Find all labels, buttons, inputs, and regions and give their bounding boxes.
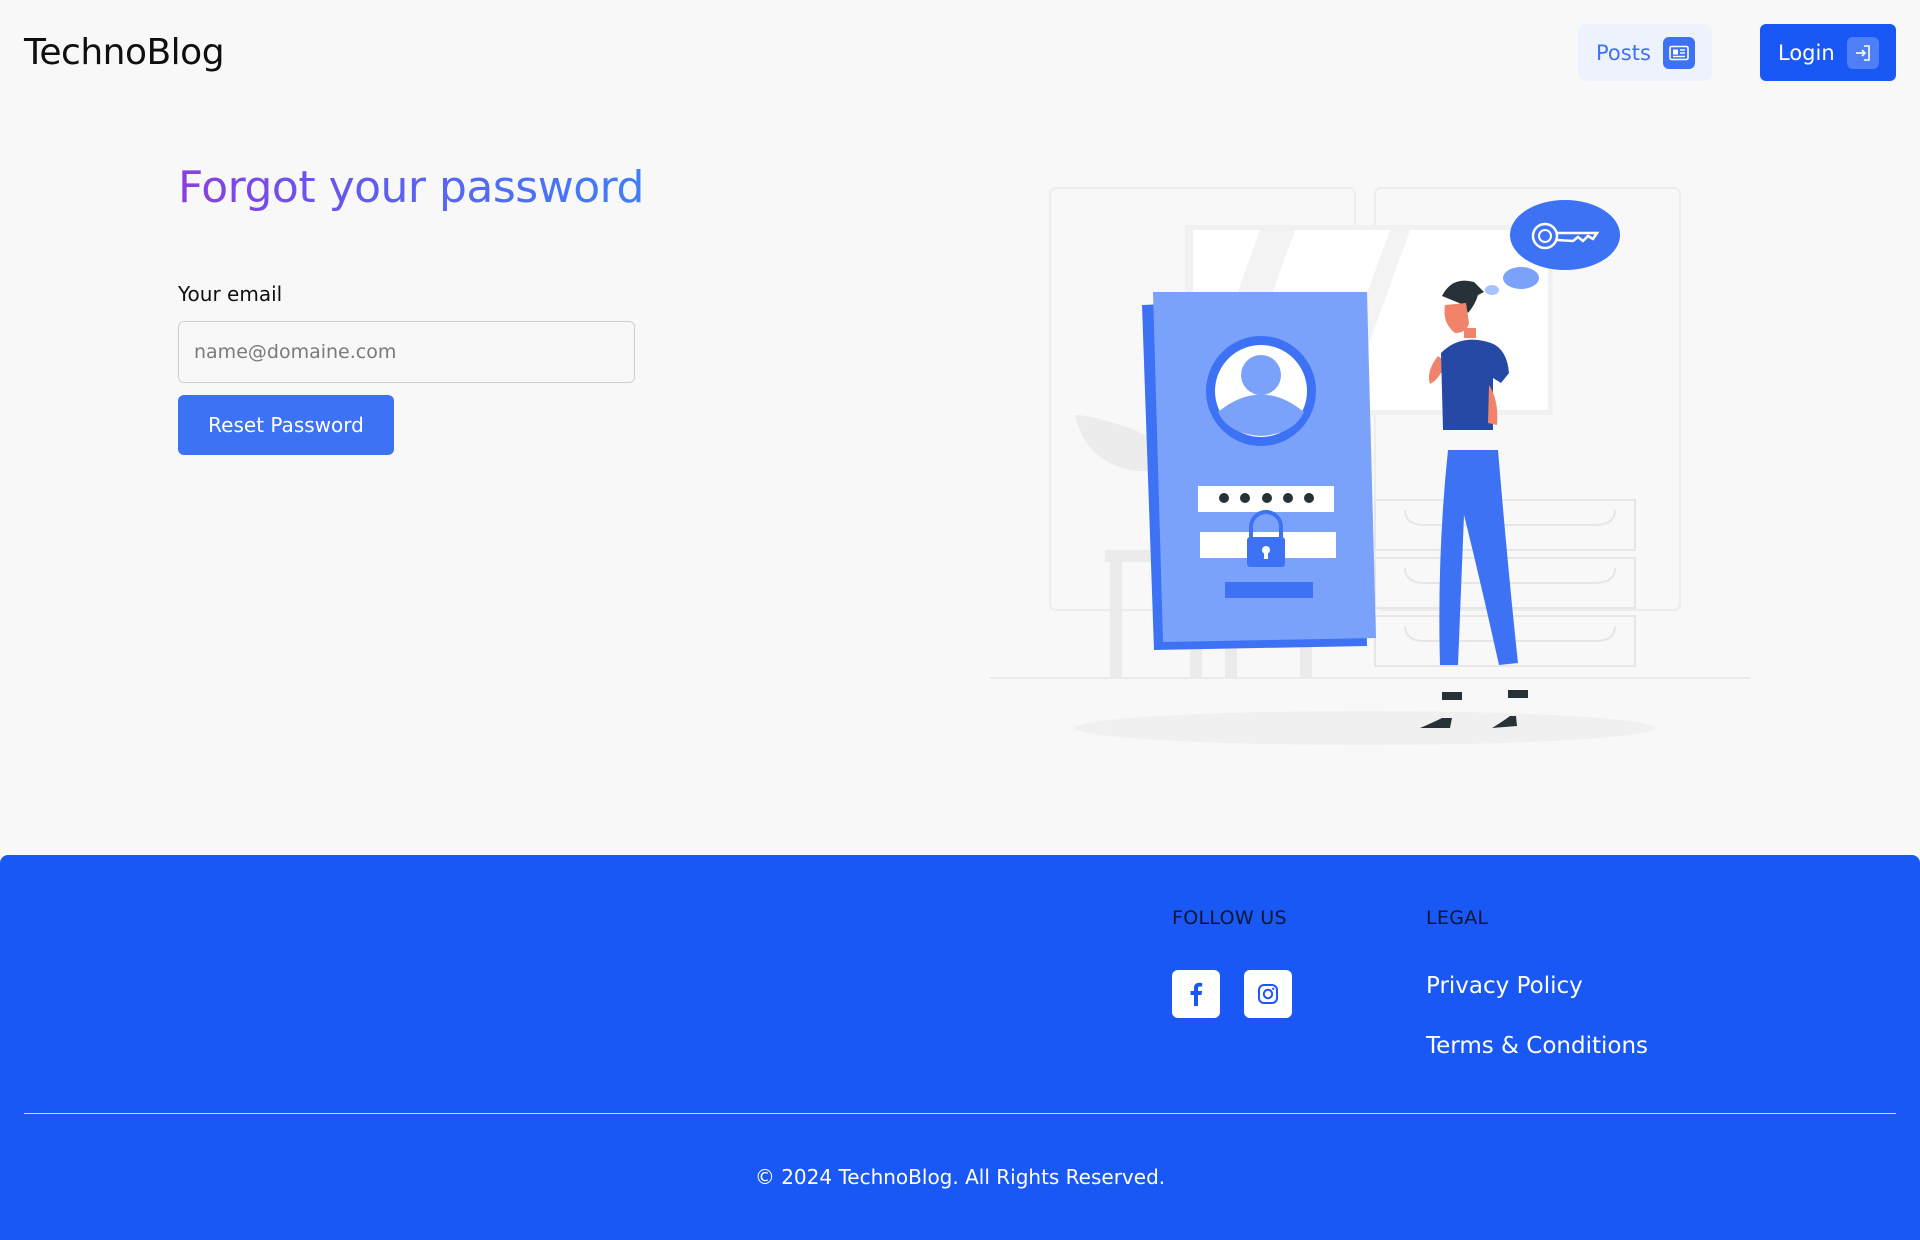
instagram-icon[interactable] [1244,970,1292,1018]
legal-heading: LEGAL [1426,907,1489,929]
privacy-policy-link[interactable]: Privacy Policy [1426,973,1583,999]
email-field[interactable] [178,321,635,383]
email-label: Your email [178,282,283,306]
login-icon [1846,36,1879,69]
follow-us-heading: FOLLOW US [1172,907,1287,929]
nav-login-button[interactable]: Login [1760,24,1896,81]
site-footer: FOLLOW US LEGAL Privacy Policy Terms & C… [0,855,1920,1240]
copyright-text: © 2024 TechnoBlog. All Rights Reserved. [754,1165,1166,1189]
nav-login-label: Login [1778,40,1835,65]
terms-conditions-link[interactable]: Terms & Conditions [1426,1033,1648,1059]
reset-password-button[interactable]: Reset Password [178,395,394,455]
page-title: Forgot your password [178,162,644,213]
brand-logo[interactable]: TechnoBlog [24,32,225,73]
nav-posts-button[interactable]: Posts [1578,24,1712,81]
nav-posts-label: Posts [1596,40,1651,65]
forgot-password-illustration [980,180,1760,760]
newspaper-icon [1662,36,1695,69]
footer-divider [24,1113,1896,1114]
facebook-icon[interactable] [1172,970,1220,1018]
site-header: TechnoBlog Posts Login [0,0,1920,106]
